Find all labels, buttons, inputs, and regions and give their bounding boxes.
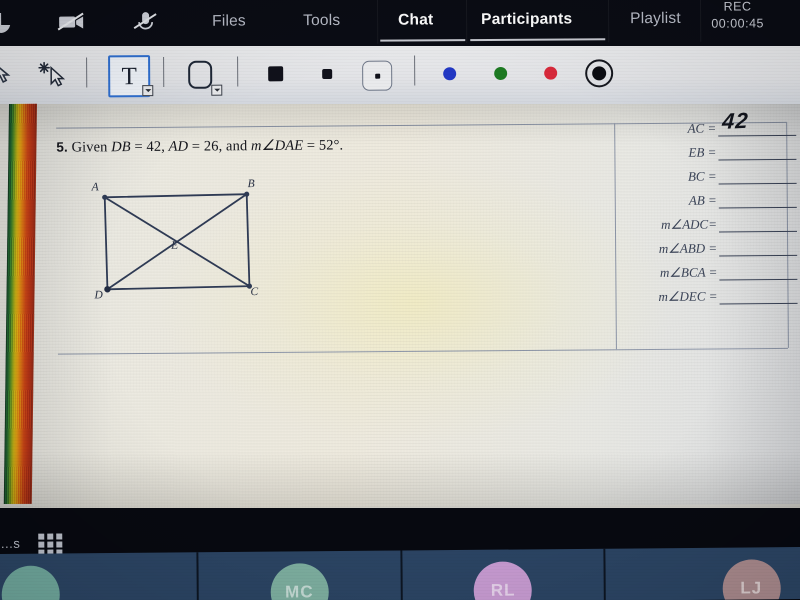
avatar: LJ — [721, 559, 781, 600]
given-value-ad: = 26, and — [188, 138, 252, 155]
answer-label-dec: m∠DEC = — [658, 288, 718, 304]
participant-tile[interactable]: RL — [401, 548, 607, 600]
color-swatch-blue[interactable] — [443, 67, 457, 81]
stroke-small-icon[interactable] — [362, 60, 393, 91]
answer-row-bca[interactable]: m∠BCA = — [625, 260, 800, 285]
participant-tile[interactable]: LJ — [605, 546, 800, 600]
problem-box-bottom-border — [57, 347, 788, 355]
whiteboard-canvas[interactable]: 5. Given DB = 42, AD = 26, and m∠DAE = 5… — [0, 104, 800, 508]
worksheet-page: 5. Given DB = 42, AD = 26, and m∠DAE = 5… — [14, 104, 800, 508]
pointer-icon[interactable] — [0, 62, 14, 86]
participant-tiles: MC RL LJ — [0, 546, 800, 600]
answer-label-bc: BC = — [687, 168, 717, 184]
stroke-large-icon[interactable] — [268, 66, 284, 82]
answer-label-abd: m∠ABD = — [658, 240, 718, 256]
grid-view-icon[interactable] — [38, 533, 64, 556]
magic-select-icon[interactable] — [36, 59, 70, 89]
nav-item-chat[interactable]: Chat — [398, 5, 433, 35]
recording-timer: 00:00:45 — [711, 16, 765, 31]
rectangle-abcd-diagram: A B C D E — [87, 178, 278, 313]
answer-label-ac: AC = — [687, 120, 717, 136]
answer-label-eb: EB = — [688, 144, 717, 160]
stroke-medium-icon[interactable] — [322, 68, 333, 80]
conference-top-bar: Files Tools Chat Participants Playlist R… — [0, 0, 800, 46]
participant-tile[interactable] — [0, 552, 199, 600]
shape-tool-options-caret-icon[interactable] — [211, 84, 223, 96]
given-segment-ad: AD — [168, 138, 189, 155]
nav-item-playlist[interactable]: Playlist — [630, 4, 681, 34]
problem-prefix: Given — [71, 139, 112, 156]
answer-label-adc: m∠ADC= — [661, 216, 718, 232]
nav-active-indicator-chat — [380, 39, 466, 42]
recording-indicator: REC 00:00:45 — [685, 0, 790, 33]
problem-statement: 5. Given DB = 42, AD = 26, and m∠DAE = 5… — [56, 137, 343, 156]
color-swatch-red[interactable] — [544, 66, 558, 80]
vertex-label-e: E — [171, 239, 179, 252]
participant-tile[interactable]: MC — [198, 550, 403, 600]
nav-item-participants[interactable]: Participants — [481, 5, 572, 36]
answer-blanks-list: AC = 42 EB = BC = AB = m∠ADC= m∠ABD = m∠… — [624, 108, 800, 309]
toolbar-divider — [237, 56, 239, 87]
color-swatch-black-selected[interactable] — [585, 59, 614, 88]
avatar: RL — [473, 561, 533, 600]
vertex-label-c: C — [250, 286, 259, 299]
avatar: MC — [270, 563, 329, 600]
color-swatch-green[interactable] — [494, 66, 508, 80]
nav-separator — [607, 0, 610, 43]
given-angle-dae: m∠DAE — [250, 137, 304, 155]
answer-blank-bca[interactable] — [719, 264, 798, 281]
answer-label-bca: m∠BCA = — [659, 264, 718, 280]
avatar — [1, 565, 61, 600]
answer-row-ac[interactable]: AC = 42 — [624, 108, 800, 141]
vertex-label-d: D — [94, 289, 103, 302]
given-value-db: = 42, — [130, 138, 169, 156]
answer-row-eb[interactable]: EB = — [624, 140, 800, 165]
vertex-label-a: A — [91, 181, 99, 194]
photographed-screen: Files Tools Chat Participants Playlist R… — [0, 0, 800, 600]
nav-active-indicator-participants — [470, 38, 606, 42]
bottom-bar: …s MC RL LJ — [0, 508, 800, 600]
answer-row-adc[interactable]: m∠ADC= — [625, 212, 800, 237]
nav-separator — [376, 0, 379, 44]
toolbar-divider — [86, 57, 88, 88]
app-logo-icon — [0, 10, 14, 36]
whiteboard-toolbar: T — [0, 46, 800, 104]
nav-item-tools[interactable]: Tools — [303, 6, 340, 36]
nav-separator — [465, 0, 468, 44]
answer-row-bc[interactable]: BC = — [624, 164, 800, 189]
answer-label-ab: AB = — [688, 192, 717, 208]
answer-value-ac: 42 — [721, 107, 750, 134]
answer-row-abd[interactable]: m∠ABD = — [625, 236, 800, 261]
answer-column-divider — [614, 123, 617, 350]
screen-light-leak-artifact — [3, 103, 37, 505]
toolbar-divider — [163, 56, 165, 88]
nav-item-files[interactable]: Files — [212, 6, 246, 36]
answer-blank-dec[interactable] — [719, 288, 798, 305]
answer-blank-abd[interactable] — [719, 240, 798, 257]
camera-off-icon[interactable] — [56, 7, 86, 35]
answer-blank-ab[interactable] — [718, 192, 797, 209]
answer-row-dec[interactable]: m∠DEC = — [625, 284, 800, 309]
given-value-dae: = 52°. — [303, 137, 344, 154]
given-segment-db: DB — [111, 139, 131, 156]
answer-blank-eb[interactable] — [718, 144, 797, 161]
toolbar-divider — [414, 55, 416, 86]
problem-number: 5. — [56, 139, 68, 155]
vertex-label-b: B — [247, 178, 255, 191]
text-tool-options-caret-icon[interactable] — [142, 85, 154, 97]
recording-label: REC — [723, 0, 752, 14]
answer-blank-ac[interactable]: 42 — [718, 108, 797, 137]
bottom-bar-truncated-label: …s — [0, 535, 20, 551]
answer-blank-bc[interactable] — [718, 168, 797, 185]
microphone-off-icon[interactable] — [130, 7, 160, 35]
answer-blank-adc[interactable] — [718, 216, 798, 233]
answer-row-ab[interactable]: AB = — [625, 188, 800, 213]
